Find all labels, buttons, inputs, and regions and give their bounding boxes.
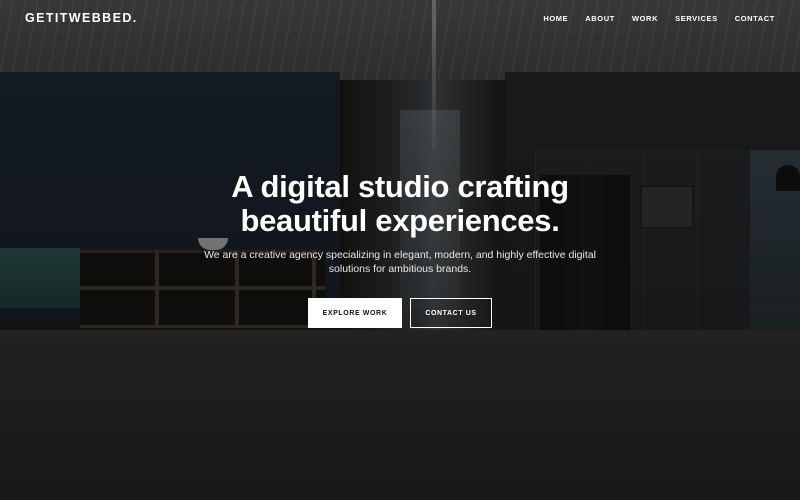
site-logo[interactable]: GETITWEBBED. <box>25 11 138 25</box>
nav-item-contact[interactable]: CONTACT <box>735 14 775 24</box>
nav-item-services[interactable]: SERVICES <box>675 14 718 24</box>
hero-headline: A digital studio crafting beautiful expe… <box>231 169 569 238</box>
hero-section: GETITWEBBED. HOME ABOUT WORK SERVICES CO… <box>0 0 800 500</box>
main-nav: HOME ABOUT WORK SERVICES CONTACT <box>526 14 775 24</box>
nav-item-home[interactable]: HOME <box>543 14 568 24</box>
hero-subtext: We are a creative agency specializing in… <box>204 249 596 275</box>
explore-work-button[interactable]: EXPLORE WORK <box>308 298 402 328</box>
hero-content: A digital studio crafting beautiful expe… <box>0 169 800 328</box>
nav-item-work[interactable]: WORK <box>632 14 658 24</box>
contact-us-button[interactable]: CONTACT US <box>410 298 492 328</box>
hero-buttons: EXPLORE WORK CONTACT US <box>0 298 800 328</box>
nav-item-about[interactable]: ABOUT <box>585 14 615 24</box>
